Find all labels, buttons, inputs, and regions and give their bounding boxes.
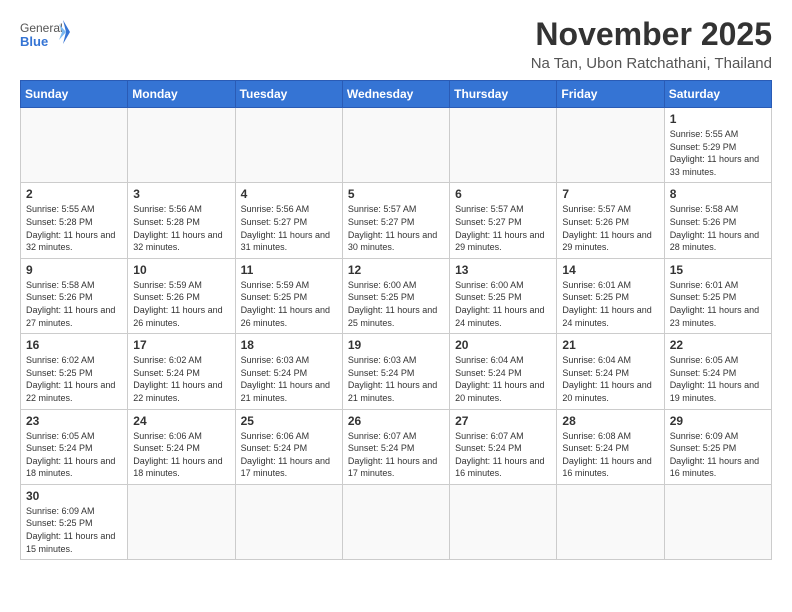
day1-sunrise-val: 5:55 AM	[705, 129, 738, 139]
header-sunday: Sunday	[21, 81, 128, 108]
month-title: November 2025	[531, 16, 772, 53]
week-row-3: 9 Sunrise: 5:58 AMSunset: 5:26 PMDayligh…	[21, 258, 772, 333]
week-row-5: 23 Sunrise: 6:05 AMSunset: 5:24 PMDaylig…	[21, 409, 772, 484]
week-row-1: 1 Sunrise: 5:55 AM Sunset: 5:29 PM Dayli…	[21, 108, 772, 183]
day-11: 11 Sunrise: 5:59 AMSunset: 5:25 PMDaylig…	[235, 258, 342, 333]
day-5: 5 Sunrise: 5:57 AMSunset: 5:27 PMDayligh…	[342, 183, 449, 258]
logo-svg: General Blue	[20, 16, 70, 58]
day-6: 6 Sunrise: 5:57 AMSunset: 5:27 PMDayligh…	[450, 183, 557, 258]
empty-cell	[128, 484, 235, 559]
empty-cell	[342, 484, 449, 559]
empty-cell	[235, 484, 342, 559]
empty-cell	[450, 108, 557, 183]
day1-daylight-label: Daylight:	[670, 154, 705, 164]
day-13: 13 Sunrise: 6:00 AMSunset: 5:25 PMDaylig…	[450, 258, 557, 333]
day-15: 15 Sunrise: 6:01 AMSunset: 5:25 PMDaylig…	[664, 258, 771, 333]
calendar: Sunday Monday Tuesday Wednesday Thursday…	[20, 80, 772, 560]
svg-text:General: General	[20, 21, 63, 35]
empty-cell	[21, 108, 128, 183]
day-23: 23 Sunrise: 6:05 AMSunset: 5:24 PMDaylig…	[21, 409, 128, 484]
day-25: 25 Sunrise: 6:06 AMSunset: 5:24 PMDaylig…	[235, 409, 342, 484]
day-26: 26 Sunrise: 6:07 AMSunset: 5:24 PMDaylig…	[342, 409, 449, 484]
week-row-2: 2 Sunrise: 5:55 AMSunset: 5:28 PMDayligh…	[21, 183, 772, 258]
day-28: 28 Sunrise: 6:08 AMSunset: 5:24 PMDaylig…	[557, 409, 664, 484]
header-monday: Monday	[128, 81, 235, 108]
header-thursday: Thursday	[450, 81, 557, 108]
header-friday: Friday	[557, 81, 664, 108]
day-3: 3 Sunrise: 5:56 AMSunset: 5:28 PMDayligh…	[128, 183, 235, 258]
day1-sunset-label: Sunset:	[670, 142, 701, 152]
day1-sunset-val: 5:29 PM	[703, 142, 737, 152]
day-2: 2 Sunrise: 5:55 AMSunset: 5:28 PMDayligh…	[21, 183, 128, 258]
day-8: 8 Sunrise: 5:58 AMSunset: 5:26 PMDayligh…	[664, 183, 771, 258]
day-19: 19 Sunrise: 6:03 AMSunset: 5:24 PMDaylig…	[342, 334, 449, 409]
day-18: 18 Sunrise: 6:03 AMSunset: 5:24 PMDaylig…	[235, 334, 342, 409]
empty-cell	[128, 108, 235, 183]
header-wednesday: Wednesday	[342, 81, 449, 108]
day-29: 29 Sunrise: 6:09 AMSunset: 5:25 PMDaylig…	[664, 409, 771, 484]
day-20: 20 Sunrise: 6:04 AMSunset: 5:24 PMDaylig…	[450, 334, 557, 409]
location-title: Na Tan, Ubon Ratchathani, Thailand	[531, 55, 772, 72]
day-1: 1 Sunrise: 5:55 AM Sunset: 5:29 PM Dayli…	[664, 108, 771, 183]
day-21: 21 Sunrise: 6:04 AMSunset: 5:24 PMDaylig…	[557, 334, 664, 409]
weekday-header-row: Sunday Monday Tuesday Wednesday Thursday…	[21, 81, 772, 108]
header: General Blue November 2025 Na Tan, Ubon …	[20, 16, 772, 72]
day-4: 4 Sunrise: 5:56 AMSunset: 5:27 PMDayligh…	[235, 183, 342, 258]
empty-cell	[450, 484, 557, 559]
day-27: 27 Sunrise: 6:07 AMSunset: 5:24 PMDaylig…	[450, 409, 557, 484]
day-7: 7 Sunrise: 5:57 AMSunset: 5:26 PMDayligh…	[557, 183, 664, 258]
empty-cell	[557, 484, 664, 559]
day-17: 17 Sunrise: 6:02 AMSunset: 5:24 PMDaylig…	[128, 334, 235, 409]
header-tuesday: Tuesday	[235, 81, 342, 108]
empty-cell	[664, 484, 771, 559]
week-row-4: 16 Sunrise: 6:02 AMSunset: 5:25 PMDaylig…	[21, 334, 772, 409]
day-22: 22 Sunrise: 6:05 AMSunset: 5:24 PMDaylig…	[664, 334, 771, 409]
day-10: 10 Sunrise: 5:59 AMSunset: 5:26 PMDaylig…	[128, 258, 235, 333]
header-saturday: Saturday	[664, 81, 771, 108]
day1-sunrise-label: Sunrise:	[670, 129, 703, 139]
empty-cell	[342, 108, 449, 183]
empty-cell	[557, 108, 664, 183]
day-12: 12 Sunrise: 6:00 AMSunset: 5:25 PMDaylig…	[342, 258, 449, 333]
day-14: 14 Sunrise: 6:01 AMSunset: 5:25 PMDaylig…	[557, 258, 664, 333]
day-9: 9 Sunrise: 5:58 AMSunset: 5:26 PMDayligh…	[21, 258, 128, 333]
week-row-6: 30 Sunrise: 6:09 AMSunset: 5:25 PMDaylig…	[21, 484, 772, 559]
empty-cell	[235, 108, 342, 183]
svg-text:Blue: Blue	[20, 34, 48, 49]
day-30: 30 Sunrise: 6:09 AMSunset: 5:25 PMDaylig…	[21, 484, 128, 559]
title-area: November 2025 Na Tan, Ubon Ratchathani, …	[531, 16, 772, 72]
day-24: 24 Sunrise: 6:06 AMSunset: 5:24 PMDaylig…	[128, 409, 235, 484]
day-16: 16 Sunrise: 6:02 AMSunset: 5:25 PMDaylig…	[21, 334, 128, 409]
logo: General Blue	[20, 16, 70, 58]
